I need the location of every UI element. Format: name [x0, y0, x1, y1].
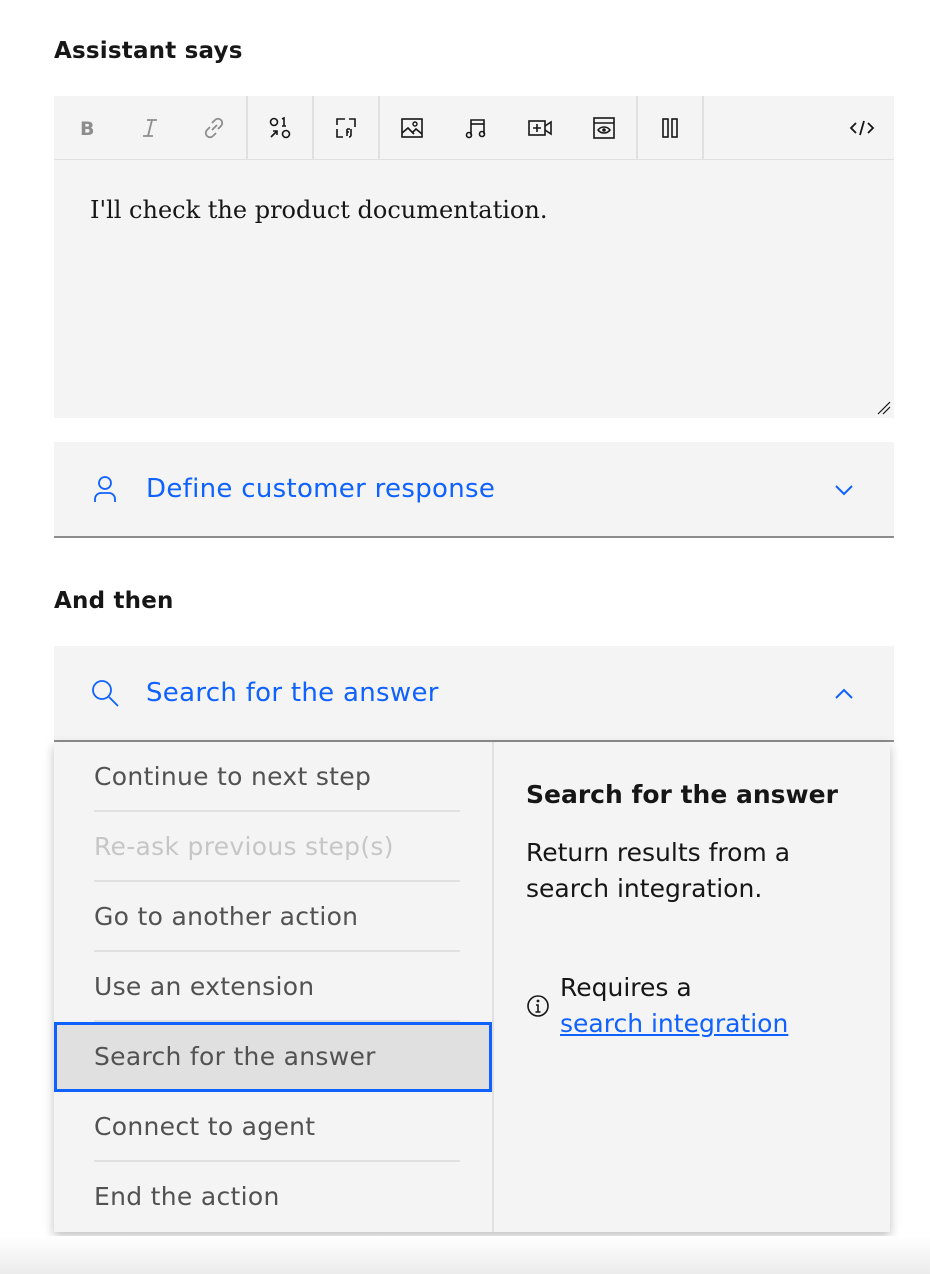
search-icon: [92, 680, 119, 707]
user-icon: [94, 476, 116, 502]
and-then-heading: And then: [54, 588, 174, 614]
editor-toolbar: B: [54, 96, 894, 160]
video-button[interactable]: [508, 96, 572, 160]
and-then-select[interactable]: Search for the answer: [54, 646, 894, 742]
info-icon: [527, 995, 549, 1017]
and-then-dropdown: Continue to next step Re-ask previous st…: [54, 742, 890, 1232]
menu-item-go-to-action[interactable]: Go to another action: [54, 882, 492, 952]
menu-item-re-ask: Re-ask previous step(s): [54, 812, 492, 882]
code-icon: [849, 120, 875, 136]
define-customer-response-label: Define customer response: [146, 474, 496, 504]
menu-item-label: End the action: [94, 1182, 280, 1211]
menu-item-label: Connect to agent: [94, 1112, 316, 1141]
editor-text[interactable]: I'll check the product documentation.: [90, 196, 547, 224]
link-button[interactable]: [182, 96, 246, 160]
detail-description: Return results from a search integration…: [526, 838, 791, 903]
video-icon: [528, 120, 552, 136]
audio-button[interactable]: [444, 96, 508, 160]
menu-item-search-answer[interactable]: Search for the answer: [54, 1022, 492, 1092]
pause-button[interactable]: [638, 96, 702, 160]
search-integration-link[interactable]: search integration: [560, 1009, 788, 1038]
italic-button[interactable]: [118, 96, 182, 160]
italic-icon: [143, 119, 157, 137]
resize-grip-icon[interactable]: [874, 398, 892, 416]
note-prefix: Requires a: [560, 973, 692, 1002]
options-button[interactable]: [248, 96, 312, 160]
code-button[interactable]: [830, 96, 894, 160]
menu-item-connect-agent[interactable]: Connect to agent: [54, 1092, 492, 1162]
bold-icon: B: [80, 118, 94, 140]
and-then-selected-label: Search for the answer: [146, 678, 439, 708]
image-icon: [401, 118, 423, 138]
assistant-says-heading: Assistant says: [54, 38, 243, 64]
audio-icon: [465, 119, 486, 139]
options-icon: [269, 116, 291, 139]
chevron-up-icon: [835, 688, 853, 699]
and-then-menu: Continue to next step Re-ask previous st…: [54, 742, 492, 1232]
menu-item-end-action[interactable]: End the action: [54, 1162, 492, 1232]
menu-item-label: Continue to next step: [94, 762, 372, 791]
menu-item-label: Search for the answer: [94, 1042, 376, 1071]
option-detail-panel: Search for the answer Return results fro…: [526, 780, 866, 1038]
iframe-icon: [593, 117, 615, 139]
svg-text:B: B: [80, 118, 94, 140]
define-customer-response-accordion[interactable]: Define customer response: [54, 442, 894, 538]
variables-icon: [336, 118, 356, 138]
menu-item-continue[interactable]: Continue to next step: [54, 742, 492, 812]
chevron-down-icon: [835, 485, 853, 496]
pause-icon: [662, 118, 678, 138]
iframe-button[interactable]: [572, 96, 636, 160]
link-icon: [204, 117, 224, 139]
detail-title: Search for the answer: [526, 780, 838, 809]
bold-button[interactable]: B: [54, 96, 118, 160]
menu-item-use-extension[interactable]: Use an extension: [54, 952, 492, 1022]
image-button[interactable]: [380, 96, 444, 160]
menu-item-label: Go to another action: [94, 902, 359, 931]
message-editor[interactable]: I'll check the product documentation.: [54, 160, 894, 418]
menu-item-label: Use an extension: [94, 972, 315, 1001]
menu-item-label: Re-ask previous step(s): [94, 832, 394, 861]
variables-button[interactable]: [314, 96, 378, 160]
